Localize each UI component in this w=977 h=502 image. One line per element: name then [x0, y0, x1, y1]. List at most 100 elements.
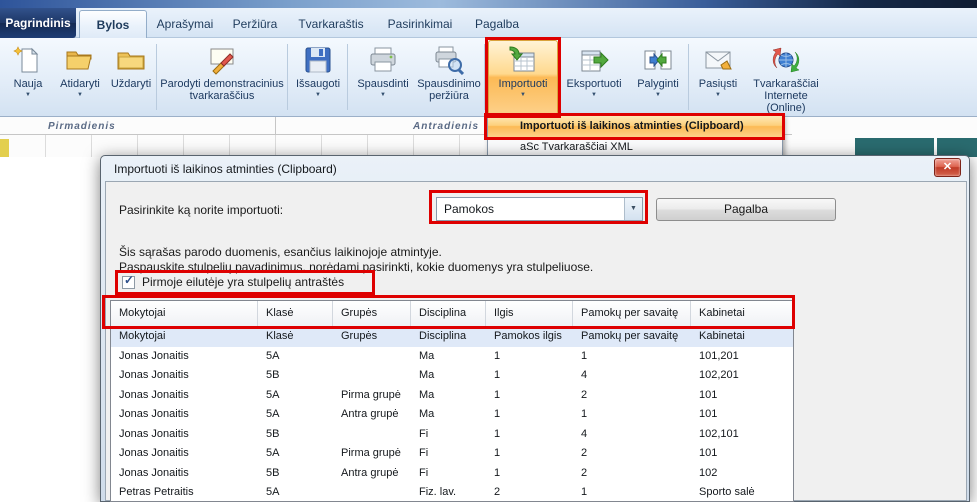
new-document-icon [4, 45, 52, 78]
dropdown-arrow-glyph: ▼ [630, 205, 637, 212]
table-cell: 101 [691, 386, 793, 406]
table-cell: 5A [258, 347, 333, 367]
tab-perziura[interactable]: Peržiūra [225, 10, 285, 38]
chevron-down-icon: ▼ [629, 92, 687, 98]
ribbon-separator [484, 44, 485, 110]
tab-tvarkarastis[interactable]: Tvarkaraštis [291, 10, 371, 38]
window-titlebar[interactable] [0, 0, 977, 8]
tab-pagalba[interactable]: Pagalba [467, 10, 527, 38]
table-cell: Ma [411, 347, 486, 367]
table-cell: Pamokų per savaitę [573, 327, 691, 347]
print-preview-button[interactable]: Spausdinimo peržiūra [416, 40, 482, 115]
table-cell: 5A [258, 386, 333, 406]
table-cell: 101,201 [691, 347, 793, 367]
import-clipboard-dialog: Importuoti iš laikinos atminties (Clipbo… [100, 155, 970, 502]
table-row-6[interactable]: Jonas Jonaitis5APirma grupėFi12101 [111, 444, 793, 464]
import-button-label: Importuoti [489, 78, 557, 90]
column-header-6[interactable]: Kabinetai [691, 301, 793, 327]
tab-pasirinkimai[interactable]: Pasirinkimai [379, 10, 461, 38]
close-icon: ✕ [943, 161, 952, 173]
table-cell [333, 425, 411, 445]
tab-label: Aprašymai [157, 17, 214, 31]
checkbox-label: Pirmoje eilutėje yra stulpelių antraštės [142, 275, 344, 289]
import-type-select[interactable]: Pamokos ▼ [436, 197, 643, 221]
new-button[interactable]: Nauja ▼ [4, 40, 52, 115]
print-preview-label: Spausdinimo peržiūra [416, 78, 482, 102]
check-glyph: ✓ [124, 273, 134, 287]
save-icon [291, 45, 345, 78]
chevron-down-icon[interactable]: ▼ [624, 198, 642, 220]
table-cell: Ma [411, 386, 486, 406]
timetables-online-button[interactable]: Tvarkaraščiai Internete (Online) [746, 40, 826, 115]
tab-bylos[interactable]: Bylos [79, 10, 147, 38]
export-button-label: Eksportuoti [561, 78, 627, 90]
send-button[interactable]: Pasiųsti ▼ [692, 40, 744, 115]
tab-aprasymai[interactable]: Aprašymai [151, 10, 219, 38]
export-button[interactable]: Eksportuoti ▼ [561, 40, 627, 115]
table-cell: 102 [691, 464, 793, 484]
clipboard-info-line-2: Paspauskite stulpelių pavadinimus, norėd… [119, 260, 593, 274]
table-cell: Jonas Jonaitis [111, 425, 258, 445]
open-folder-icon [54, 45, 106, 78]
menu-item-label: Importuoti iš laikinos atminties (Clipbo… [520, 120, 744, 132]
table-row-2[interactable]: Jonas Jonaitis5BMa14102,201 [111, 366, 793, 386]
table-row-3[interactable]: Jonas Jonaitis5APirma grupėMa12101 [111, 386, 793, 406]
open-button[interactable]: Atidaryti ▼ [54, 40, 106, 115]
import-type-value: Pamokos [444, 202, 494, 216]
table-row-0[interactable]: MokytojaiKlasėGrupėsDisciplinaPamokos il… [111, 327, 793, 347]
table-cell: 2 [486, 483, 573, 502]
column-header-1[interactable]: Klasė [258, 301, 333, 327]
column-header-0[interactable]: Mokytojai [111, 301, 258, 327]
table-cell: 102,201 [691, 366, 793, 386]
table-cell: Disciplina [411, 327, 486, 347]
column-header-4[interactable]: Ilgis [486, 301, 573, 327]
tab-label: Bylos [97, 18, 130, 32]
closed-folder-icon [106, 45, 156, 78]
day-label-tuesday: Antradienis [413, 121, 479, 132]
table-cell: Grupės [333, 327, 411, 347]
import-type-prompt: Pasirinkite ką norite importuoti: [119, 203, 283, 217]
table-cell: Klasė [258, 327, 333, 347]
clipboard-table-header-row: MokytojaiKlasėGrupėsDisciplinaIlgisPamok… [111, 301, 793, 327]
column-header-3[interactable]: Disciplina [411, 301, 486, 327]
table-cell: 2 [573, 444, 691, 464]
menu-item-import-clipboard[interactable]: Importuoti iš laikinos atminties (Clipbo… [488, 116, 782, 137]
table-row-1[interactable]: Jonas Jonaitis5AMa11101,201 [111, 347, 793, 367]
table-cell: Fiz. lav. [411, 483, 486, 502]
column-header-2[interactable]: Grupės [333, 301, 411, 327]
table-cell: 1 [573, 405, 691, 425]
table-row-5[interactable]: Jonas Jonaitis5BFi14102,101 [111, 425, 793, 445]
save-button[interactable]: Išsaugoti ▼ [291, 40, 345, 115]
table-row-7[interactable]: Jonas Jonaitis5BAntra grupėFi12102 [111, 464, 793, 484]
chevron-down-icon: ▼ [291, 92, 345, 98]
close-file-button[interactable]: Uždaryti [106, 40, 156, 115]
checkbox-checked-icon[interactable]: ✓ [122, 276, 135, 289]
ribbon-separator [688, 44, 689, 110]
table-cell: 5A [258, 444, 333, 464]
dialog-close-button[interactable]: ✕ [934, 158, 961, 177]
show-demo-timetables-button[interactable]: Parodyti demonstracinius tvarkaraščius [158, 40, 286, 115]
send-button-label: Pasiųsti [692, 78, 744, 90]
chevron-down-icon: ▼ [4, 92, 52, 98]
open-button-label: Atidaryti [54, 78, 106, 90]
help-button[interactable]: Pagalba [656, 198, 836, 221]
import-icon [489, 45, 557, 78]
table-row-4[interactable]: Jonas Jonaitis5AAntra grupėMa11101 [111, 405, 793, 425]
compare-button-label: Palyginti [629, 78, 687, 90]
table-cell: 5A [258, 405, 333, 425]
chevron-down-icon: ▼ [489, 92, 557, 98]
ribbon-separator [347, 44, 348, 110]
table-cell: Pamokos ilgis [486, 327, 573, 347]
table-cell: Fi [411, 444, 486, 464]
table-cell: 4 [573, 425, 691, 445]
table-row-8[interactable]: Petras Petraitis5AFiz. lav.21Sporto salė [111, 483, 793, 502]
clipboard-data-table: MokytojaiKlasėGrupėsDisciplinaIlgisPamok… [110, 300, 794, 502]
table-cell: Jonas Jonaitis [111, 366, 258, 386]
table-cell: Ma [411, 366, 486, 386]
tab-pagrindinis[interactable]: Pagrindinis [0, 8, 76, 38]
column-header-5[interactable]: Pamokų per savaitę [573, 301, 691, 327]
print-button[interactable]: Spausdinti ▼ [352, 40, 414, 115]
import-button[interactable]: Importuoti ▼ [488, 40, 558, 115]
table-cell: Jonas Jonaitis [111, 405, 258, 425]
compare-button[interactable]: Palyginti ▼ [629, 40, 687, 115]
